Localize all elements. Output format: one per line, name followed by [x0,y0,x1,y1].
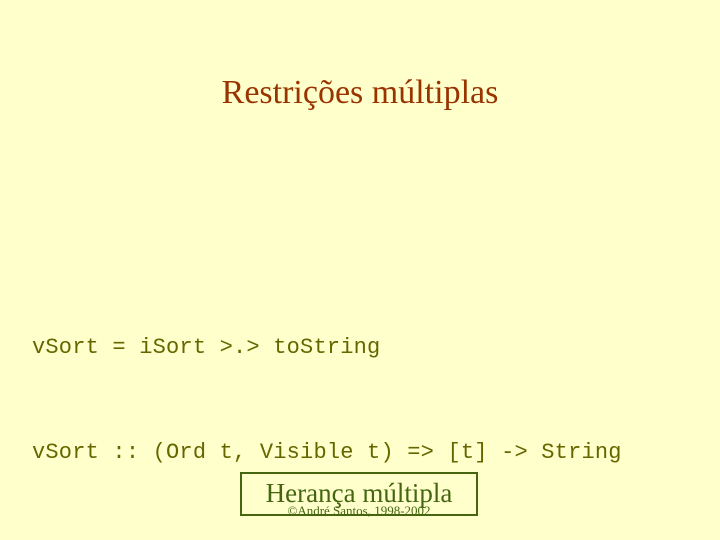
slide-canvas: Restrições múltiplas vSort = iSort >.> t… [0,0,720,540]
code-line: vSort :: (Ord t, Visible t) => [t] -> St… [32,440,622,465]
slide-footer: Herança múltipla ©André Santos, 1998-200… [0,470,720,540]
copyright-notice: ©André Santos, 1998-2002 [287,503,431,518]
code-line: vSort = iSort >.> toString [32,335,381,360]
page-title: Restrições múltiplas [221,74,499,111]
